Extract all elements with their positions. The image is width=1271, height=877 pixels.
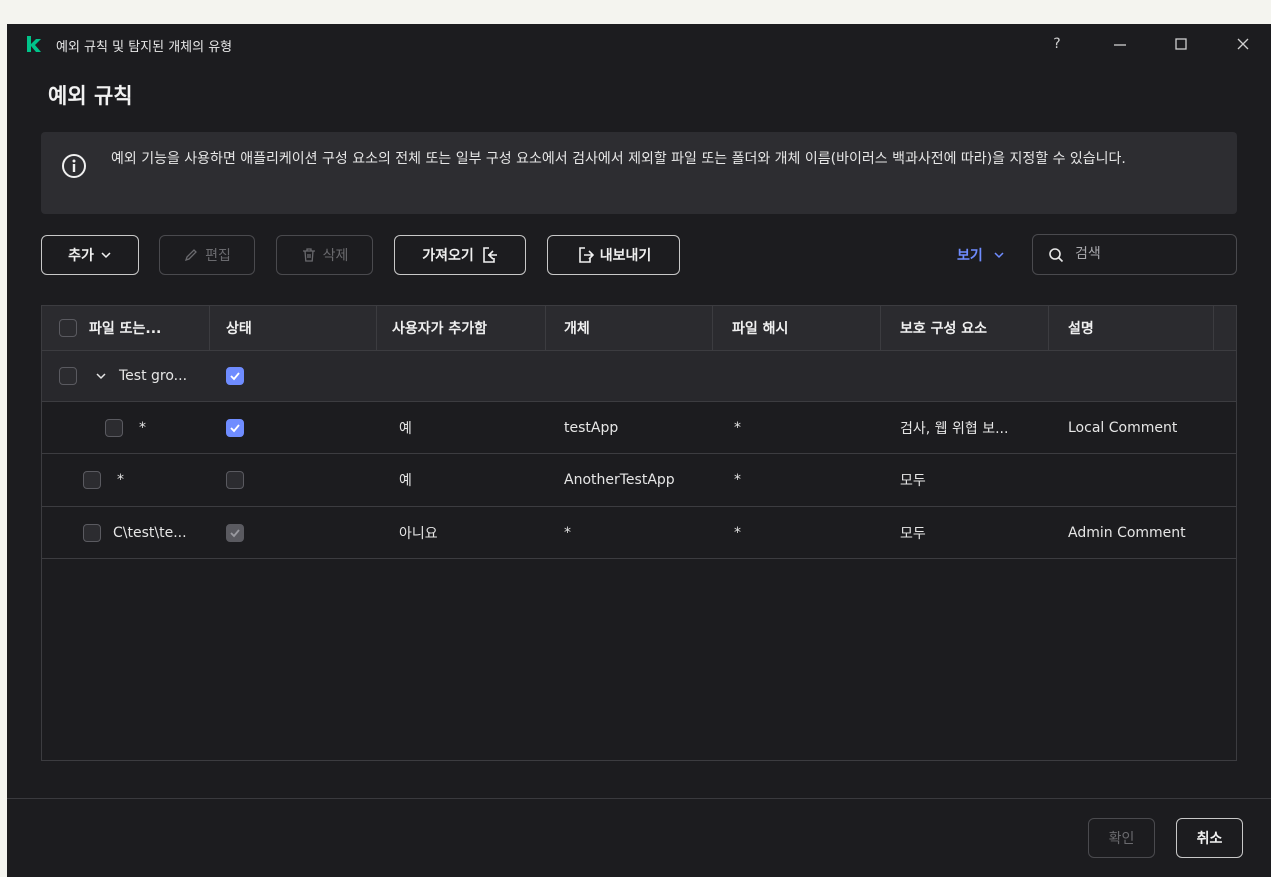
column-divider[interactable] [545, 306, 546, 351]
chevron-down-icon [994, 252, 1004, 259]
file-value: * [139, 419, 146, 436]
delete-button[interactable]: 삭제 [276, 235, 373, 275]
search-input[interactable] [1075, 243, 1225, 265]
file-cell: * [83, 454, 124, 506]
add-button[interactable]: 추가 [41, 235, 139, 275]
maximize-icon [1175, 38, 1187, 50]
hash-cell: * [734, 472, 741, 488]
column-divider[interactable] [209, 306, 210, 351]
header-file-hash[interactable]: 파일 해시 [732, 306, 788, 350]
check-icon [230, 528, 240, 537]
table-row[interactable]: * 예 AnotherTestApp * 모두 [42, 454, 1236, 507]
help-button[interactable]: ? [1043, 32, 1071, 56]
info-icon [62, 154, 86, 178]
hash-cell: * [734, 419, 741, 436]
hash-cell: * [734, 524, 741, 541]
title-bar: 예외 규칙 및 탐지된 개체의 유형 ? [7, 24, 1271, 64]
search-box[interactable] [1032, 234, 1237, 275]
file-cell: C\test\te... [83, 507, 187, 558]
import-button[interactable]: 가져오기 [394, 235, 526, 275]
components-cell: 검사, 웹 위협 보... [900, 420, 1009, 437]
column-divider[interactable] [1213, 306, 1214, 351]
row-checkbox[interactable] [83, 471, 101, 489]
row-checkbox[interactable] [59, 367, 77, 385]
edit-button[interactable]: 편집 [159, 235, 255, 275]
maximize-button[interactable] [1167, 32, 1195, 56]
status-checkbox[interactable] [226, 418, 244, 437]
table-header: 파일 또는... 상태 사용자가 추가함 개체 파일 해시 보호 구성 요소 설… [42, 306, 1236, 351]
header-protection-components[interactable]: 보호 구성 요소 [900, 306, 987, 350]
description-cell: Local Comment [1068, 419, 1178, 436]
status-checkbox[interactable] [226, 367, 244, 385]
minimize-icon [1114, 44, 1126, 46]
export-button[interactable]: 내보내기 [547, 235, 680, 275]
pencil-icon [185, 249, 198, 262]
close-icon [1237, 38, 1249, 50]
cancel-button[interactable]: 취소 [1176, 818, 1243, 858]
group-name: Test gro... [119, 368, 188, 384]
file-value: C\test\te... [113, 524, 187, 541]
import-icon [482, 247, 497, 263]
file-value: * [117, 472, 124, 488]
trash-icon [302, 248, 315, 262]
search-icon [1049, 248, 1064, 263]
row-checkbox[interactable] [105, 418, 123, 437]
object-cell: AnotherTestApp [564, 472, 675, 488]
chevron-down-icon[interactable] [95, 370, 107, 382]
window-title: 예외 규칙 및 탐지된 개체의 유형 [56, 40, 233, 55]
table-row[interactable]: C\test\te... 아니요 * * 모두 Admin Comment [42, 507, 1236, 559]
components-cell: 모두 [900, 525, 926, 542]
description-cell: Admin Comment [1068, 524, 1186, 541]
added-by-user-cell: 예 [399, 420, 412, 437]
column-divider[interactable] [712, 306, 713, 351]
dialog-window: 예외 규칙 및 탐지된 개체의 유형 ? 예외 규칙 예외 기능을 사용하면 애… [7, 24, 1271, 877]
object-cell: testApp [564, 419, 619, 436]
status-cell [226, 454, 244, 506]
page-title: 예외 규칙 [48, 84, 133, 108]
column-divider[interactable] [376, 306, 377, 351]
object-cell: * [564, 524, 571, 541]
check-icon [230, 372, 240, 381]
added-by-user-cell: 예 [399, 473, 412, 489]
column-divider[interactable] [880, 306, 881, 351]
chevron-down-icon [101, 252, 111, 259]
group-name-cell: Test gro... [59, 351, 187, 401]
header-file[interactable]: 파일 또는... [59, 306, 161, 350]
info-text: 예외 기능을 사용하면 애플리케이션 구성 요소의 전체 또는 일부 구성 요소… [111, 151, 1126, 167]
header-status[interactable]: 상태 [226, 306, 252, 350]
export-icon [578, 247, 594, 263]
check-icon [230, 423, 240, 432]
added-by-user-cell: 아니요 [399, 525, 438, 542]
header-object[interactable]: 개체 [564, 306, 590, 350]
status-checkbox[interactable] [226, 471, 244, 489]
header-added-by-user[interactable]: 사용자가 추가함 [392, 306, 487, 350]
footer-divider [7, 798, 1271, 799]
select-all-checkbox[interactable] [59, 319, 77, 337]
file-cell: * [105, 402, 146, 453]
status-cell [226, 402, 244, 453]
table-group-row[interactable]: Test gro... [42, 351, 1236, 402]
close-button[interactable] [1229, 32, 1257, 56]
minimize-button[interactable] [1106, 32, 1134, 56]
row-checkbox[interactable] [83, 523, 101, 542]
status-cell [226, 507, 244, 558]
group-status-cell [226, 351, 244, 401]
kaspersky-logo-icon [27, 36, 41, 52]
column-divider[interactable] [1048, 306, 1049, 351]
components-cell: 모두 [900, 473, 926, 489]
header-description[interactable]: 설명 [1068, 306, 1094, 350]
table-row[interactable]: * 예 testApp * 검사, 웹 위협 보... Local Commen… [42, 402, 1236, 454]
info-banner: 예외 기능을 사용하면 애플리케이션 구성 요소의 전체 또는 일부 구성 요소… [41, 132, 1237, 214]
ok-button[interactable]: 확인 [1088, 818, 1155, 858]
status-checkbox [226, 523, 244, 542]
exclusions-table: 파일 또는... 상태 사용자가 추가함 개체 파일 해시 보호 구성 요소 설… [41, 305, 1237, 761]
view-dropdown[interactable]: 보기 [957, 243, 1005, 267]
